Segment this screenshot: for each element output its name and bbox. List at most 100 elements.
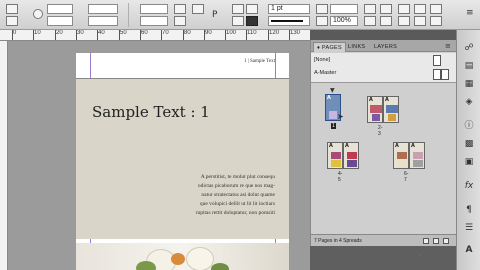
fit-icon-2[interactable] xyxy=(380,16,392,26)
stroke-color-icon[interactable] xyxy=(246,16,258,26)
drop-shadow-icon[interactable] xyxy=(316,16,328,26)
character-icon[interactable]: ¶ xyxy=(462,204,476,217)
ruler-tick-label: 10 xyxy=(34,30,41,36)
rotate-icon[interactable] xyxy=(6,16,18,26)
scale-x-field[interactable] xyxy=(140,4,168,14)
flower-photo[interactable] xyxy=(76,243,289,270)
pasteboard[interactable]: 1 | Sample Text Sample Text : 1 A persti… xyxy=(8,41,310,270)
panel-footer: 7 Pages in 4 Spreads xyxy=(311,234,457,246)
new-page-icon[interactable] xyxy=(433,238,439,244)
page-thumbnail[interactable]: A xyxy=(367,96,383,123)
x-field[interactable] xyxy=(47,4,73,14)
stroke-icon[interactable]: ▤ xyxy=(462,60,476,73)
rotate-tool-icon[interactable] xyxy=(33,9,43,19)
page-thumbnail[interactable]: A xyxy=(409,142,425,169)
ruler-tick-label: 20 xyxy=(56,30,63,36)
scale-y-field[interactable] xyxy=(140,16,168,26)
panel-options-icon[interactable]: ≡ xyxy=(445,41,451,51)
master-thumbnail[interactable] xyxy=(433,55,441,66)
info-icon[interactable]: ⓘ xyxy=(462,120,476,133)
master-thumbnail[interactable] xyxy=(441,69,449,80)
layers-icon[interactable]: ◈ xyxy=(462,96,476,109)
effects-fx-icon[interactable] xyxy=(316,4,328,14)
lily-center-image xyxy=(171,253,185,265)
select-content-icon[interactable] xyxy=(232,16,244,26)
master-thumbnail[interactable] xyxy=(433,69,441,80)
ruler-tick-label: 50 xyxy=(120,30,127,36)
page-thumbnail[interactable]: A xyxy=(327,142,343,169)
distribute-icon-3[interactable] xyxy=(430,16,442,26)
fill-icon[interactable] xyxy=(246,4,258,14)
align-icon-2[interactable] xyxy=(414,4,426,14)
w-field[interactable] xyxy=(88,4,118,14)
ruler-tick xyxy=(183,30,184,40)
ruler-tick-label: 90 xyxy=(205,30,212,36)
ruler-tick xyxy=(161,30,162,40)
fx-icon[interactable]: fx xyxy=(462,180,476,193)
lily-image xyxy=(186,247,214,270)
ruler-tick-label: 30 xyxy=(77,30,84,36)
ruler-tick-label: 130 xyxy=(290,30,301,36)
align-icon[interactable] xyxy=(398,4,410,14)
select-container-icon[interactable] xyxy=(232,4,244,14)
gradient-icon[interactable]: ▩ xyxy=(462,138,476,151)
h-field[interactable] xyxy=(88,16,118,26)
tab-pages[interactable]: ♦ PAGES xyxy=(313,42,346,52)
pages-panel: ♦ PAGES LINKS LAYERS ≡ [None] A-Master ▼… xyxy=(310,40,457,246)
flip-icon[interactable] xyxy=(192,4,204,14)
tab-layers[interactable]: LAYERS xyxy=(371,42,400,52)
ruler-tick-label: 70 xyxy=(162,30,169,36)
effects-icon[interactable]: ▣ xyxy=(462,156,476,169)
panel-dock: ☍ ▤ ▦ ◈ ⓘ ▩ ▣ fx ¶ ☰ A xyxy=(456,30,480,270)
zoom-field[interactable]: 100% xyxy=(330,16,358,26)
pointer-cursor-icon: ➤ xyxy=(337,112,344,121)
page-thumbnail[interactable]: A xyxy=(343,142,359,169)
page-thumbnail[interactable]: A xyxy=(393,142,409,169)
text-wrap-icon[interactable]: ☰ xyxy=(462,222,476,235)
reference-point-icon[interactable] xyxy=(6,4,18,14)
links-icon[interactable]: ☍ xyxy=(462,42,476,55)
leaf-image xyxy=(211,263,229,270)
vertical-ruler[interactable] xyxy=(0,41,8,270)
master-a[interactable]: A-Master xyxy=(314,70,336,76)
ruler-tick-label: 120 xyxy=(269,30,280,36)
distribute-icon[interactable] xyxy=(398,16,410,26)
panel-tabs: ♦ PAGES LINKS LAYERS ≡ xyxy=(311,40,457,52)
fit-icon[interactable] xyxy=(380,4,392,14)
stroke-weight-field[interactable]: 1 pt xyxy=(268,4,310,14)
horizontal-ruler[interactable]: 0 10 20 30 40 50 60 70 80 90 100 110 120 130 xyxy=(0,30,310,41)
body-text-frame[interactable]: A perstitist, te molut plut consequ odic… xyxy=(155,173,275,218)
panel-menu-icon[interactable]: ≡ xyxy=(466,8,474,18)
swatches-icon[interactable]: ▦ xyxy=(462,78,476,91)
ruler-tick xyxy=(246,30,247,40)
wrap-icon[interactable] xyxy=(364,4,376,14)
pages-status-text: 7 Pages in 4 Spreads xyxy=(314,238,362,244)
distribute-icon-2[interactable] xyxy=(414,16,426,26)
watermark-image: ✓ xyxy=(418,250,425,259)
page-thumbnail[interactable]: A xyxy=(383,96,399,123)
align-icon-3[interactable] xyxy=(430,4,442,14)
body-line: que volupici dellit ut lit lit inctiars xyxy=(199,201,275,207)
tab-links[interactable]: LINKS xyxy=(345,42,368,52)
paragraph-icon[interactable]: A xyxy=(462,244,476,257)
wrap-icon-2[interactable] xyxy=(364,16,376,26)
y-field[interactable] xyxy=(47,16,73,26)
ruler-tick xyxy=(204,30,205,40)
trash-icon[interactable] xyxy=(443,238,449,244)
document-page[interactable]: 1 | Sample Text Sample Text : 1 A persti… xyxy=(76,53,289,270)
ruler-tick xyxy=(140,30,141,40)
pages-area[interactable]: ▼ A 1 ➤ A A 2-3 A A 4-5 A A 6-7 xyxy=(311,84,457,234)
page-number-label: 4-5 xyxy=(338,171,343,183)
master-none[interactable]: [None] xyxy=(314,57,330,63)
ruler-tick xyxy=(33,30,34,40)
stroke-type-dropdown[interactable] xyxy=(268,16,310,26)
shear-angle-icon[interactable] xyxy=(174,16,186,26)
page-title[interactable]: Sample Text : 1 xyxy=(92,103,210,121)
rotate-angle-icon[interactable] xyxy=(174,4,186,14)
transform-p-icon[interactable]: P xyxy=(212,10,217,20)
page-number-label: 2-3 xyxy=(378,125,383,137)
ruler-tick xyxy=(268,30,269,40)
opacity-field[interactable] xyxy=(330,4,358,14)
ruler-tick xyxy=(76,30,77,40)
edit-page-size-icon[interactable] xyxy=(423,238,429,244)
